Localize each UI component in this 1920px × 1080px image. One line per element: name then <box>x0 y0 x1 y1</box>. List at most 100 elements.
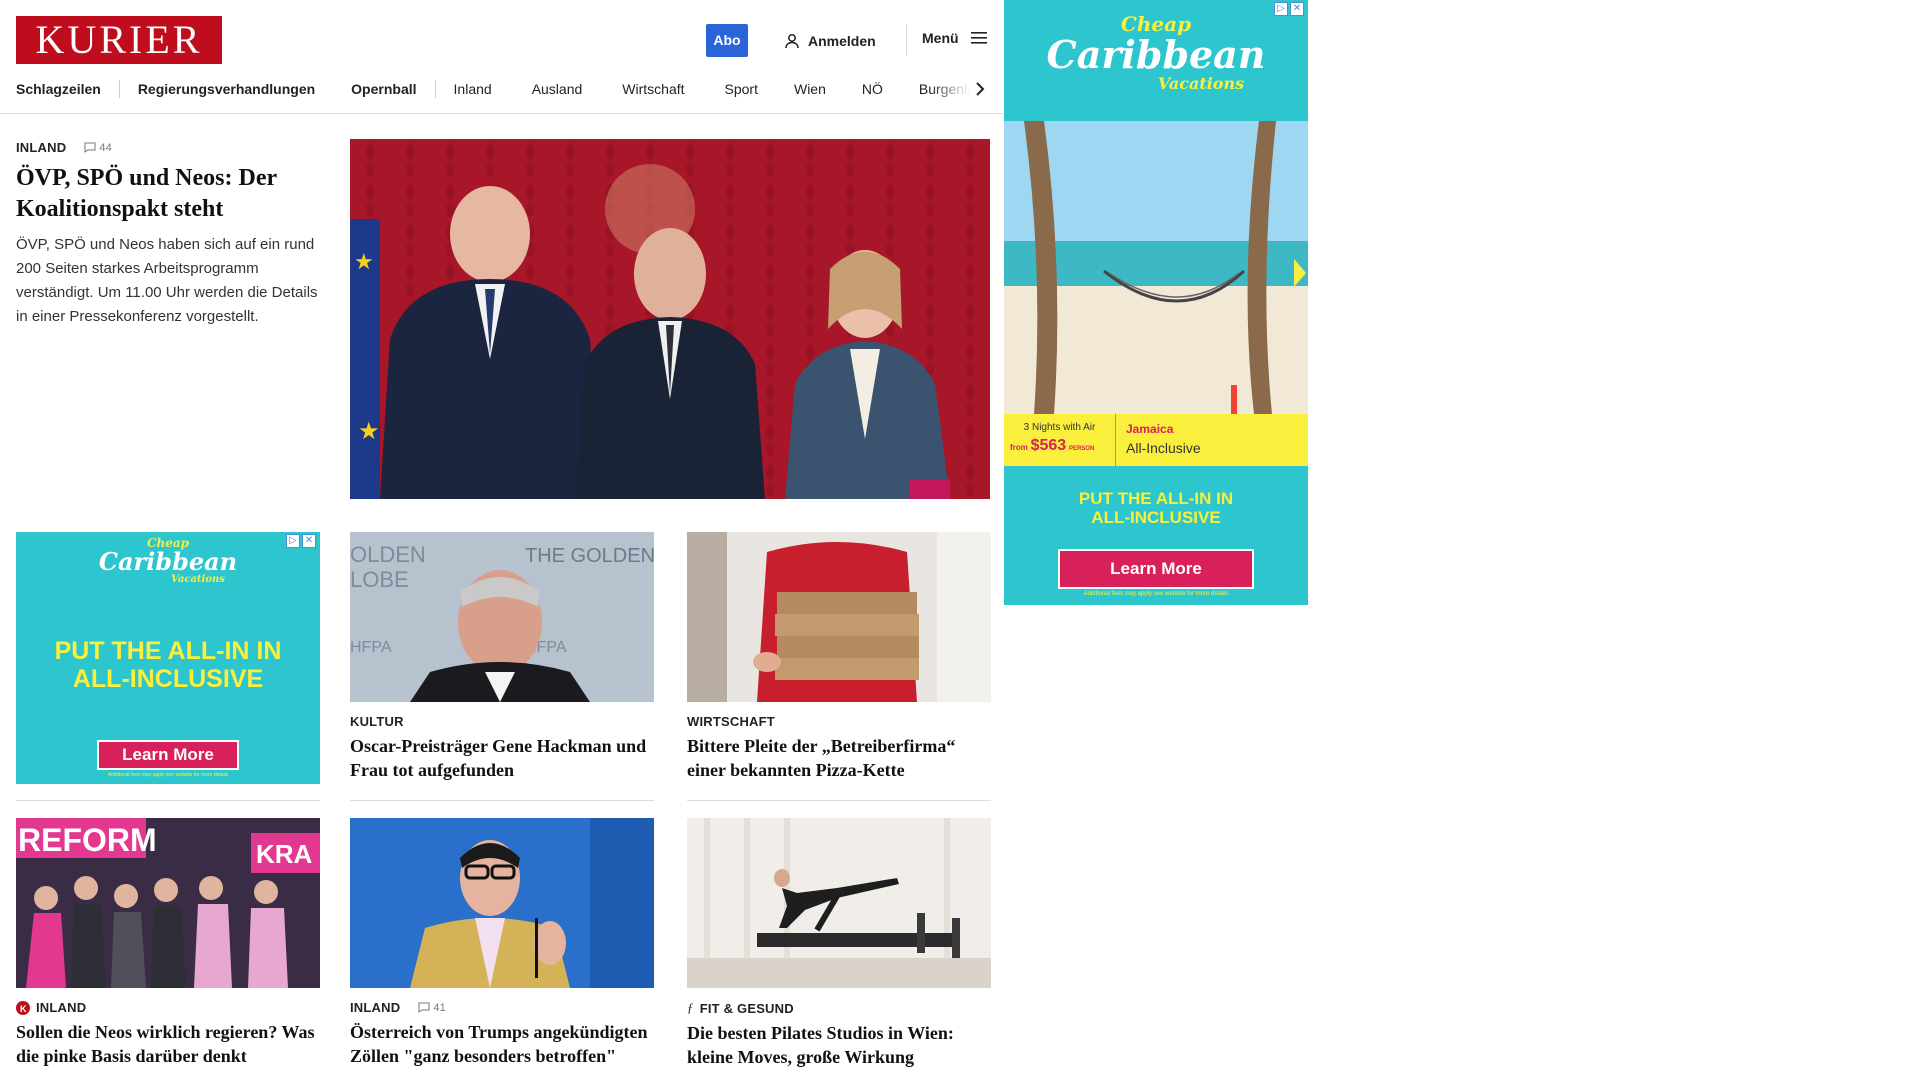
ad-nights: 3 Nights with Air <box>1023 422 1096 433</box>
row-divider <box>350 800 654 801</box>
ad-price-line: from $563 PERSON <box>1010 437 1109 455</box>
ad-cta-text: PUT THE ALL-IN IN ALL-INCLUSIVE <box>1004 489 1308 527</box>
card-kicker: K INLAND <box>16 1000 320 1015</box>
reform-text: REFORM <box>18 822 157 858</box>
lead-title[interactable]: ÖVP, SPÖ und Neos: Der Koalitionspakt st… <box>16 163 320 225</box>
close-icon[interactable]: ✕ <box>1290 2 1304 16</box>
ad-cta-line1: PUT THE ALL-IN IN <box>54 637 282 665</box>
kurier-logo[interactable]: KURIER <box>16 16 222 64</box>
header-divider-line <box>0 113 1003 114</box>
ad-cta-line2: ALL-INCLUSIVE <box>72 664 264 693</box>
lead-kicker: INLAND 44 <box>16 140 320 155</box>
card-image-hackman: OLDEN LOBE THE GOLDEN GLOBE HFPA HFPA <box>350 532 654 702</box>
article-card[interactable]: REFORM KRA K INLAND Sollen die Neos wirk… <box>16 818 320 1068</box>
comment-count-value: 41 <box>433 1001 446 1014</box>
ad-cta-line1: PUT THE ALL-IN IN <box>1078 489 1234 508</box>
nav-item-regierungsverhandlungen[interactable]: Regierungsverhandlungen <box>120 81 333 97</box>
header-divider <box>906 24 907 56</box>
ad-price: $563 <box>1030 437 1067 454</box>
ad-dest: Jamaica <box>1126 422 1174 436</box>
lead-teaser: ÖVP, SPÖ und Neos haben sich auf ein run… <box>16 236 318 325</box>
comment-count[interactable]: 44 <box>84 142 112 154</box>
card-title[interactable]: Die besten Pilates Studios in Wien: klei… <box>687 1021 991 1069</box>
nav-scroll-right-button[interactable] <box>970 78 990 100</box>
ad-dest-sub: All-Inclusive <box>1126 440 1201 456</box>
card-kicker: KULTUR <box>350 714 404 729</box>
ad-cta-text: PUT THE ALL-IN IN ALL-INCLUSIVE <box>16 637 320 693</box>
adchoices-icon[interactable]: ▷ <box>1274 2 1288 16</box>
svg-text:LOBE: LOBE <box>350 567 409 592</box>
card-image-speaker <box>350 818 654 988</box>
golden-globe-text: THE GOLDEN GLOBE <box>525 545 654 567</box>
comment-icon <box>84 142 96 153</box>
article-card[interactable]: OLDEN LOBE THE GOLDEN GLOBE HFPA HFPA KU… <box>350 532 654 782</box>
svg-text:K: K <box>20 1004 27 1014</box>
kicker-label: FIT & GESUND <box>699 1000 794 1016</box>
menu-button[interactable]: Menü <box>922 30 987 46</box>
chevron-right-icon <box>976 82 985 96</box>
card-kicker: INLAND 41 <box>350 1000 654 1015</box>
ad-fine-print: Additional fees may apply see website fo… <box>1083 591 1229 597</box>
user-icon <box>785 34 799 49</box>
nav-item-wien[interactable]: Wien <box>776 81 844 97</box>
card-image-neos-rally: REFORM KRA <box>16 818 320 988</box>
article-card[interactable]: WIRTSCHAFT Bittere Pleite der „Betreiber… <box>687 532 991 782</box>
close-icon[interactable]: ✕ <box>302 534 316 548</box>
nav-item-noe[interactable]: NÖ <box>844 81 901 97</box>
ad-logo-main: Caribbean <box>98 547 238 576</box>
comment-count-value: 44 <box>99 141 112 154</box>
card-title[interactable]: Sollen die Neos wirklich regieren? Was d… <box>16 1020 320 1068</box>
ad-learn-more-button[interactable]: Learn More <box>97 740 239 770</box>
inline-advertisement[interactable]: ▷ ✕ Cheap Caribbean Vacations PUT THE AL… <box>16 532 320 784</box>
kra-text: KRA <box>256 839 313 869</box>
row-divider <box>16 800 320 801</box>
lead-article-text[interactable]: INLAND 44 ÖVP, SPÖ und Neos: Der Koaliti… <box>16 140 320 329</box>
login-button[interactable]: Anmelden <box>784 30 876 52</box>
ad-fine-print: Additional fees may apply see website fo… <box>107 772 229 778</box>
ad-logo: Cheap Caribbean Vacations <box>1004 0 1308 93</box>
ad-logo-main: Caribbean <box>1046 32 1266 77</box>
login-label: Anmelden <box>808 33 876 49</box>
nav-item-wirtschaft[interactable]: Wirtschaft <box>600 81 702 97</box>
nav-fade <box>930 76 970 102</box>
card-title[interactable]: Bittere Pleite der „Betreiberfirma“ eine… <box>687 734 991 782</box>
ad-deal-banner: 3 Nights with Air from $563 PERSON Jamai… <box>1004 414 1308 466</box>
ad-cta-line2: ALL-INCLUSIVE <box>1091 507 1221 527</box>
svg-text:OLDEN: OLDEN <box>350 542 426 567</box>
card-title[interactable]: Oscar-Preisträger Gene Hackman und Frau … <box>350 734 654 782</box>
card-title[interactable]: Österreich von Trumps angekündigten Zöll… <box>350 1020 654 1068</box>
ad-choices[interactable]: ▷ ✕ <box>1274 2 1304 16</box>
ad-price-from: from <box>1010 443 1028 452</box>
main-nav: Schlagzeilen Regierungsverhandlungen Ope… <box>16 78 1000 100</box>
ad-logo: Cheap Caribbean Vacations <box>16 532 320 585</box>
adchoices-icon[interactable]: ▷ <box>286 534 300 548</box>
ad-price-per: PERSON <box>1068 446 1095 452</box>
ad-deal-right: Jamaica All-Inclusive <box>1116 414 1211 466</box>
page: KURIER Abo Anmelden Menü Schlagzeilen Re… <box>0 0 1920 1080</box>
card-kicker: ƒ FIT & GESUND <box>687 1000 991 1016</box>
kicker-label: INLAND <box>16 140 67 155</box>
card-kicker: WIRTSCHAFT <box>687 714 775 729</box>
svg-text:★: ★ <box>358 418 380 445</box>
hfpa-text: HFPA <box>350 639 392 656</box>
card-image-pilates <box>687 818 991 988</box>
row-divider <box>687 800 991 801</box>
article-card[interactable]: INLAND 41 Österreich von Trumps angekünd… <box>350 818 654 1068</box>
comment-icon <box>418 1002 430 1013</box>
nav-item-schlagzeilen[interactable]: Schlagzeilen <box>16 81 119 97</box>
abo-button[interactable]: Abo <box>706 24 748 57</box>
lead-image-politicians[interactable]: ★ ★ <box>350 139 990 499</box>
nav-item-ausland[interactable]: Ausland <box>510 81 601 97</box>
menu-label: Menü <box>922 30 959 46</box>
article-card[interactable]: ƒ FIT & GESUND Die besten Pilates Studio… <box>687 818 991 1069</box>
nav-item-inland[interactable]: Inland <box>436 81 510 97</box>
nav-item-sport[interactable]: Sport <box>703 81 776 97</box>
nav-item-opernball[interactable]: Opernball <box>333 81 434 97</box>
ad-deal-left: 3 Nights with Air from $563 PERSON <box>1004 414 1116 466</box>
ad-choices[interactable]: ▷ ✕ <box>286 534 316 548</box>
card-image-pizza <box>687 532 991 702</box>
ad-learn-more-button[interactable]: Learn More <box>1058 549 1254 589</box>
side-advertisement[interactable]: ▷ ✕ Cheap Caribbean Vacations 3 Nights w… <box>1004 0 1308 605</box>
kurier-plus-icon: K <box>16 1000 30 1015</box>
comment-count[interactable]: 41 <box>418 1002 446 1014</box>
